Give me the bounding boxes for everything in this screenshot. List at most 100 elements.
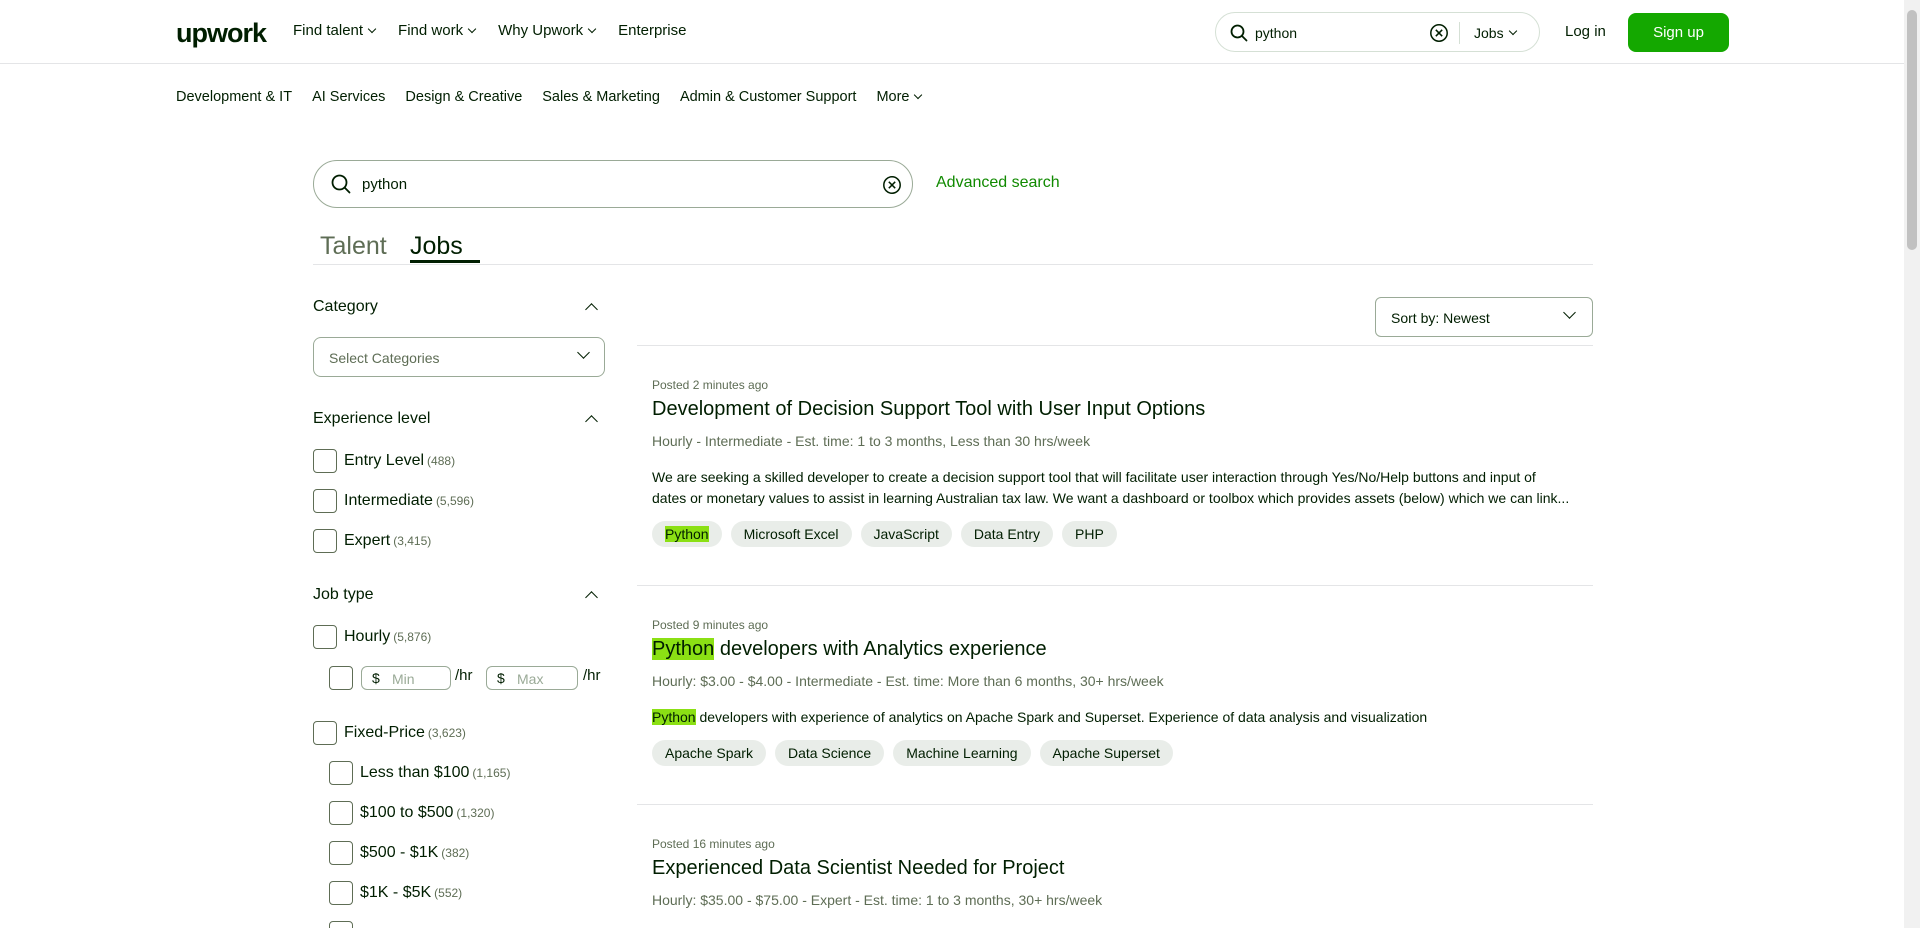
menu-label: Enterprise (618, 22, 687, 39)
menu-find-talent[interactable]: Find talent (293, 22, 377, 39)
experience-filter-title: Experience level (313, 410, 431, 427)
chevron-up-icon[interactable] (585, 415, 598, 428)
max-rate-input[interactable]: $ Max (486, 666, 578, 690)
job-meta: Hourly: $35.00 - $75.00 - Expert - Est. … (652, 892, 1103, 908)
highlighted-term: Python (652, 709, 696, 725)
chevron-down-icon (914, 90, 923, 100)
checkbox-500-to-1k[interactable] (329, 841, 353, 865)
chevron-down-icon (367, 24, 377, 33)
clear-icon[interactable] (882, 175, 902, 195)
skill-chip[interactable]: Apache Superset (1039, 740, 1173, 766)
login-link[interactable]: Log in (1565, 23, 1606, 40)
skill-chip[interactable]: JavaScript (860, 521, 952, 547)
sort-dropdown[interactable]: Sort by: Newest (1375, 297, 1593, 337)
option-label: Less than $100 (360, 764, 470, 781)
category-more[interactable]: More (876, 89, 923, 105)
job-description: Python developers with experience of ana… (652, 707, 1572, 728)
skill-chip[interactable]: Data Entry (960, 521, 1054, 547)
job-title[interactable]: Development of Decision Support Tool wit… (652, 398, 1572, 421)
checkbox-entry-level[interactable] (313, 449, 337, 473)
menu-label: Find talent (293, 22, 364, 39)
category-design-creative[interactable]: Design & Creative (405, 89, 522, 105)
currency-symbol: $ (497, 670, 505, 686)
entry-level-label: Entry Level (488) (344, 452, 455, 470)
job-description: We are seeking a skilled developer to cr… (652, 469, 1570, 506)
category-ai-services[interactable]: AI Services (312, 89, 385, 105)
option-count: (1,320) (456, 806, 495, 820)
category-select[interactable]: Select Categories (313, 337, 605, 377)
range-label: $1K - $5K (552) (360, 884, 462, 902)
job-card[interactable]: Posted 2 minutes ago Development of Deci… (652, 378, 1572, 547)
result-tabs: Talent Jobs (313, 228, 1593, 265)
chevron-down-icon (1563, 306, 1576, 319)
skill-chips: Python Microsoft Excel JavaScript Data E… (652, 521, 1572, 547)
checkbox-5k-plus[interactable] (329, 921, 353, 928)
jobtype-filter-title: Job type (313, 586, 374, 603)
main-search-input[interactable]: python (362, 176, 407, 193)
skill-chip[interactable]: Apache Spark (652, 740, 766, 766)
job-title[interactable]: Experienced Data Scientist Needed for Pr… (652, 857, 1572, 880)
skill-chip[interactable]: PHP (1062, 521, 1117, 547)
checkbox-less-than-100[interactable] (329, 761, 353, 785)
category-sales-marketing[interactable]: Sales & Marketing (542, 89, 660, 105)
menu-why-upwork[interactable]: Why Upwork (498, 22, 597, 39)
main-search[interactable]: python (313, 160, 913, 208)
menu-label: Find work (398, 22, 464, 39)
chevron-up-icon[interactable] (585, 591, 598, 604)
signup-button[interactable]: Sign up (1628, 13, 1729, 52)
skill-chip[interactable]: Machine Learning (893, 740, 1031, 766)
skill-chip[interactable]: Data Science (774, 740, 885, 766)
skill-chip[interactable]: Microsoft Excel (730, 521, 852, 547)
header-search-input[interactable]: python (1255, 25, 1297, 41)
posted-time: Posted 16 minutes ago (652, 837, 775, 851)
advanced-search-link[interactable]: Advanced search (936, 174, 1060, 192)
job-card[interactable]: Posted 9 minutes ago Python developers w… (652, 618, 1572, 766)
menu-label: Why Upwork (498, 22, 584, 39)
scrollbar-thumb[interactable] (1907, 10, 1917, 250)
checkbox-100-to-500[interactable] (329, 801, 353, 825)
main-menu: Find talent Find work Why Upwork Enterpr… (293, 22, 709, 39)
checkbox-expert[interactable] (313, 529, 337, 553)
min-placeholder: Min (392, 671, 415, 687)
menu-enterprise[interactable]: Enterprise (618, 22, 686, 39)
top-nav: upwork Find talent Find work Why Upwork … (0, 0, 1904, 64)
chevron-up-icon[interactable] (585, 303, 598, 316)
option-label: $500 - $1K (360, 844, 439, 861)
tab-jobs[interactable]: Jobs (410, 232, 463, 261)
job-card[interactable]: Posted 16 minutes ago Experienced Data S… (652, 837, 1572, 908)
category-dev-it[interactable]: Development & IT (176, 89, 292, 105)
description-text: developers with experience of analytics … (695, 709, 1428, 725)
option-label: Entry Level (344, 452, 425, 469)
header-search[interactable]: python Jobs (1215, 12, 1540, 52)
option-count: (3,415) (393, 534, 432, 548)
checkbox-hourly[interactable] (313, 625, 337, 649)
checkbox-1k-to-5k[interactable] (329, 881, 353, 905)
posted-time: Posted 2 minutes ago (652, 378, 769, 392)
skill-chip[interactable]: Python (652, 521, 722, 547)
checkbox-hourly-rate[interactable] (329, 666, 353, 690)
range-label: Less than $100 (1,165) (360, 764, 510, 782)
option-count: (382) (441, 846, 470, 860)
search-icon (331, 174, 351, 194)
search-scope-dropdown[interactable]: Jobs (1474, 25, 1517, 41)
divider (1459, 22, 1460, 44)
checkbox-intermediate[interactable] (313, 489, 337, 513)
checkbox-fixed-price[interactable] (313, 721, 337, 745)
job-title[interactable]: Python developers with Analytics experie… (652, 638, 1572, 661)
search-scope-label: Jobs (1474, 25, 1504, 41)
per-hour-label: /hr (455, 667, 473, 684)
range-label: $100 to $500 (1,320) (360, 804, 494, 822)
option-label: Hourly (344, 628, 391, 645)
option-count: (5,876) (393, 630, 432, 644)
chevron-down-icon (577, 346, 590, 359)
clear-icon[interactable] (1429, 23, 1449, 43)
option-label: $1K - $5K (360, 884, 432, 901)
per-hour-label: /hr (583, 667, 601, 684)
menu-find-work[interactable]: Find work (398, 22, 477, 39)
tab-talent[interactable]: Talent (320, 232, 387, 261)
category-admin-support[interactable]: Admin & Customer Support (680, 89, 857, 105)
min-rate-input[interactable]: $ Min (361, 666, 451, 690)
scrollbar[interactable] (1904, 0, 1920, 928)
chevron-down-icon (587, 24, 597, 33)
upwork-logo[interactable]: upwork (176, 18, 267, 49)
